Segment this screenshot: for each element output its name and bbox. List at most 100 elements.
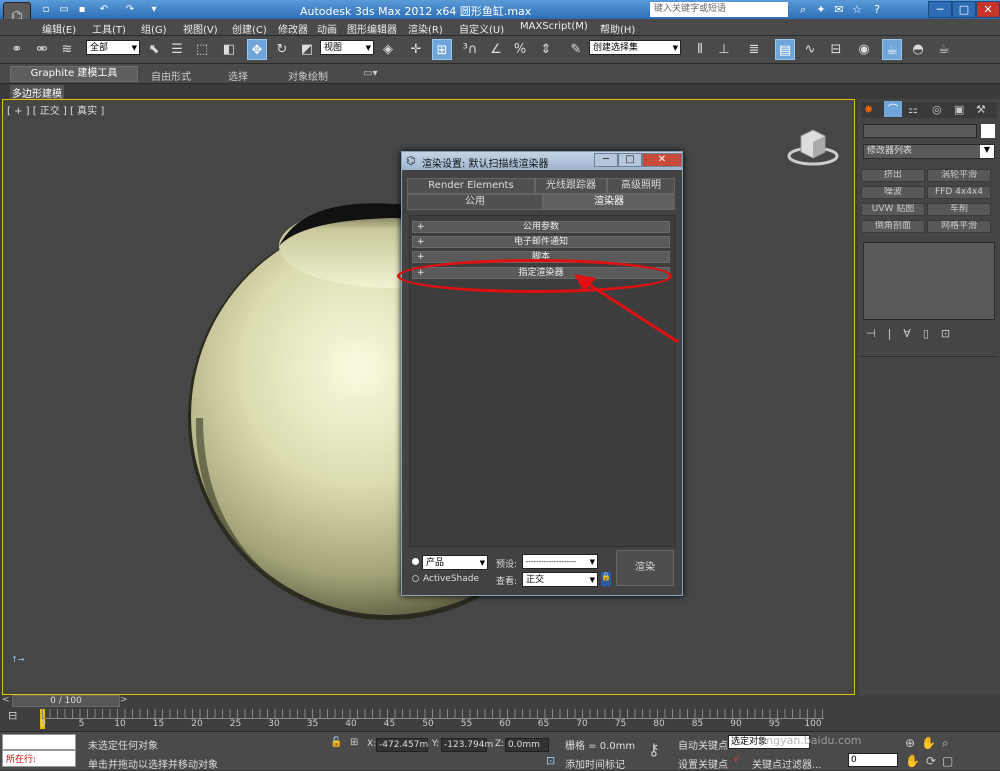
render-setup-icon[interactable]: ☕ <box>882 39 902 60</box>
frame-input[interactable]: 0 <box>848 753 898 767</box>
motion-tab-icon[interactable]: ◎ <box>932 103 942 116</box>
modifier-button-noise[interactable]: 噪波 <box>861 186 925 199</box>
timeline-ruler[interactable] <box>42 709 824 719</box>
rendered-frame-window-icon[interactable]: ◓ <box>908 39 928 60</box>
prev-frame-arrow[interactable]: < <box>2 695 12 707</box>
spinner-snap-icon[interactable]: ⇕ <box>536 39 556 60</box>
hierarchy-tab-icon[interactable]: ⚏ <box>908 103 918 116</box>
y-coordinate-field[interactable]: -123.794m <box>441 738 493 752</box>
ribbon-options-icon[interactable]: ▭▾ <box>363 68 377 79</box>
new-file-icon[interactable]: ▫ <box>38 2 54 17</box>
search-binoculars-icon[interactable]: ⌕ <box>794 2 812 17</box>
menu-tools[interactable]: 工具(T) <box>92 21 126 36</box>
dialog-close-button[interactable]: ✕ <box>642 153 682 167</box>
render-button[interactable]: 渲染 <box>616 550 674 586</box>
z-coordinate-field[interactable]: 0.0mm <box>505 738 549 752</box>
object-name-input[interactable] <box>863 124 977 138</box>
material-editor-icon[interactable]: ◉ <box>854 39 874 60</box>
production-mode-select[interactable]: 产品 <box>422 555 488 571</box>
time-slider[interactable]: 0 / 100 <box>12 695 120 707</box>
subscription-icon[interactable]: ✦ <box>812 2 830 17</box>
unlink-icon[interactable]: ⚮ <box>32 39 52 60</box>
preset-select[interactable]: -------------------- <box>522 554 598 570</box>
tab-freeform[interactable]: 自由形式 <box>151 68 191 83</box>
tab-raytracer[interactable]: 光线跟踪器 <box>535 178 607 194</box>
create-tab-icon[interactable]: ✸ <box>864 103 873 116</box>
modifier-list-select[interactable]: 修改器列表 <box>863 144 995 159</box>
lock-icon[interactable]: 🔒 <box>601 572 611 586</box>
tab-graphite-modeling[interactable]: Graphite 建模工具 <box>10 66 138 82</box>
chevron-down-icon[interactable]: ▼ <box>980 145 994 158</box>
menu-group[interactable]: 组(G) <box>141 21 167 36</box>
angle-snap-icon[interactable]: ∠ <box>486 39 506 60</box>
communication-icon[interactable]: ✉ <box>830 2 848 17</box>
menu-rendering[interactable]: 渲染(R) <box>408 21 443 36</box>
menu-animation[interactable]: 动画 <box>317 21 337 36</box>
key-filters-button[interactable]: 关键点过滤器... <box>752 756 822 771</box>
minimize-button[interactable]: ─ <box>928 1 952 18</box>
keyboard-shortcut-override-icon[interactable]: ⊞ <box>432 39 452 60</box>
tab-selection[interactable]: 选择 <box>228 68 248 83</box>
viewcube-icon[interactable] <box>783 122 843 172</box>
move-icon[interactable]: ✥ <box>247 39 267 60</box>
menu-maxscript[interactable]: MAXScript(M) <box>520 21 588 32</box>
rollout-common-parameters[interactable]: + 公用参数 <box>412 221 670 233</box>
dialog-title-bar[interactable]: ⌬ 渲染设置: 默认扫描线渲染器 ─ □ ✕ <box>402 152 682 170</box>
curve-editor-icon[interactable]: ∿ <box>800 39 820 60</box>
rollout-email-notifications[interactable]: + 电子邮件通知 <box>412 236 670 248</box>
render-production-icon[interactable]: ☕ <box>934 39 954 60</box>
add-time-tag[interactable]: 添加时间标记 <box>565 756 625 771</box>
viewport-nav-icons-2[interactable]: ✋⟳▢ <box>905 754 959 768</box>
track-bar-toggle-icon[interactable]: ⊟ <box>8 709 26 727</box>
menu-modifiers[interactable]: 修改器 <box>278 21 308 36</box>
schematic-view-icon[interactable]: ⊟ <box>826 39 846 60</box>
menu-views[interactable]: 视图(V) <box>183 21 218 36</box>
undo-icon[interactable]: ↶ <box>96 2 112 17</box>
link-icon[interactable]: ⚭ <box>7 39 27 60</box>
next-frame-arrow[interactable]: > <box>120 695 130 707</box>
scale-icon[interactable]: ◩ <box>297 39 317 60</box>
modifier-button-meshsmooth[interactable]: 网格平滑 <box>927 220 991 233</box>
time-tag-icon[interactable]: ⊡ <box>546 754 555 767</box>
edit-named-selection-icon[interactable]: ✎ <box>566 39 586 60</box>
bind-space-warp-icon[interactable]: ≋ <box>57 39 77 60</box>
close-button[interactable]: ✕ <box>976 1 1000 18</box>
auto-key-button[interactable]: 自动关键点 <box>678 737 728 752</box>
open-file-icon[interactable]: ▭ <box>56 2 72 17</box>
modifier-button-turbosmooth[interactable]: 涡轮平滑 <box>927 169 991 182</box>
x-coordinate-field[interactable]: -472.457m <box>376 738 428 752</box>
radio-activeshade[interactable] <box>412 575 419 582</box>
lock-selection-icon[interactable]: 🔓 <box>330 737 342 748</box>
absolute-mode-icon[interactable]: ⊞ <box>350 737 358 748</box>
maxscript-listener[interactable] <box>2 734 76 750</box>
polygon-modeling-panel[interactable]: 多边形建模 <box>10 85 64 100</box>
select-by-name-icon[interactable]: ☰ <box>167 39 187 60</box>
favorites-star-icon[interactable]: ☆ <box>848 2 866 17</box>
dialog-maximize-button[interactable]: □ <box>618 153 642 167</box>
view-select[interactable]: 正交 <box>522 572 598 588</box>
object-color-swatch[interactable] <box>981 124 995 138</box>
menu-create[interactable]: 创建(C) <box>232 21 267 36</box>
redo-icon[interactable]: ↷ <box>122 2 138 17</box>
quick-access-dropdown-icon[interactable]: ▾ <box>146 2 162 17</box>
select-manipulate-icon[interactable]: ✛ <box>406 39 426 60</box>
modify-tab-icon[interactable]: ⌒ <box>884 101 902 117</box>
tab-render-elements[interactable]: Render Elements <box>407 178 535 194</box>
menu-graph-editors[interactable]: 图形编辑器 <box>347 21 397 36</box>
stack-controls[interactable]: ⊣|∀▯⊡ <box>866 327 962 340</box>
help-icon[interactable]: ? <box>868 2 886 17</box>
save-icon[interactable]: ▪ <box>74 2 90 17</box>
rotate-icon[interactable]: ↻ <box>272 39 292 60</box>
radio-production[interactable] <box>412 558 419 565</box>
selection-filter-select[interactable]: 全部 <box>86 40 140 56</box>
tab-advanced-lighting[interactable]: 高级照明 <box>607 178 675 194</box>
maximize-button[interactable]: □ <box>952 1 976 18</box>
mirror-icon[interactable]: ⫴ <box>690 39 710 60</box>
set-key-button[interactable]: 设置关键点 <box>678 756 728 771</box>
rectangular-selection-icon[interactable]: ⬚ <box>192 39 212 60</box>
modifier-button-uvw-map[interactable]: UVW 贴图 <box>861 203 925 216</box>
modifier-button-extrude[interactable]: 挤出 <box>861 169 925 182</box>
utilities-tab-icon[interactable]: ⚒ <box>976 103 986 116</box>
pivot-center-icon[interactable]: ◈ <box>378 39 398 60</box>
modifier-button-lathe[interactable]: 车削 <box>927 203 991 216</box>
